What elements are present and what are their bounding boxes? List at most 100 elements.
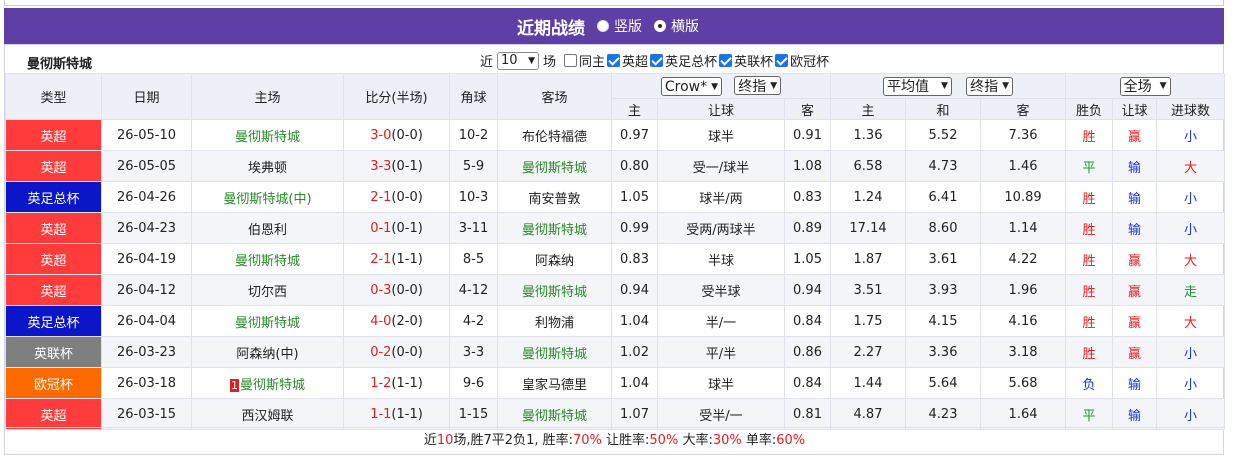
date-cell: 26-04-23 [101,212,192,244]
home-team-cell[interactable]: 阿森纳(中) [191,336,344,368]
team-name-link[interactable]: 南安普敦 [528,192,580,207]
eu-draw-cell: 5.64 [905,367,982,399]
radio-vertical-icon[interactable] [597,20,609,32]
team-name-link[interactable]: 利物浦 [535,316,574,331]
period-select[interactable]: 全场 ▼ [1119,76,1171,96]
away-team-cell[interactable]: 曼彻斯特城 [497,274,612,306]
league-cell[interactable]: 英足总杯 [5,305,102,337]
league-cell[interactable]: 英超 [5,274,102,306]
radio-horizontal-icon[interactable] [654,20,666,32]
table-row: 英超 26-04-12 切尔西 0-3(0-0) 4-12 曼彻斯特城 0.94 受半球 0.9… [5,274,1226,306]
summary-win-rate: 70% [572,433,602,448]
team-name-link[interactable]: 切尔西 [248,285,287,300]
chevron-down-icon: ▼ [1159,81,1167,91]
team-name-link[interactable]: 曼彻斯特城 [522,285,587,300]
summary-prefix: 近 [423,433,437,448]
team-name-link[interactable]: 曼彻斯特城(中) [223,192,311,207]
away-team-cell[interactable]: 曼彻斯特城 [497,398,612,430]
eu-draw-cell: 4.73 [905,150,982,182]
average-select[interactable]: 平均值 ▼ [883,76,952,96]
home-team-cell[interactable]: 曼彻斯特城 [191,243,344,275]
away-team-cell[interactable]: 曼彻斯特城 [497,150,612,182]
summary-odd-label: 单率: [741,433,777,448]
score-full-time: 3-0 [370,127,392,143]
home-team-cell[interactable]: 曼彻斯特城(中) [191,181,344,213]
chevron-down-icon: ▼ [711,81,719,92]
team-name-link[interactable]: 伯恩利 [248,223,287,238]
team-name-link[interactable]: 曼彻斯特城 [522,347,587,362]
radio-vertical[interactable]: 竖版 [597,16,642,36]
home-team-cell[interactable]: 曼彻斯特城 [191,305,344,337]
away-team-cell[interactable]: 南安普敦 [497,181,612,213]
home-team-cell[interactable]: 曼彻斯特城 [191,119,344,151]
team-name-link[interactable]: 曼彻斯特城 [522,223,587,238]
away-team-cell[interactable]: 皇家马德里 [497,367,612,399]
league-cell[interactable]: 欧冠杯 [5,367,102,399]
handicap-type-select[interactable]: 终指 ▼ [734,76,782,95]
handicap-cell: 球半 [657,367,785,399]
handicap-cell: 受半球 [657,274,785,306]
team-name-link[interactable]: 曼彻斯特城 [240,378,305,393]
result-cell: 胜 [1065,336,1114,368]
league-checkbox[interactable] [719,54,733,67]
away-team-cell[interactable]: 布伦特福德 [497,119,612,151]
away-team-cell[interactable]: 利物浦 [497,305,612,337]
team-name-link[interactable]: 西汉姆联 [241,409,293,424]
table-row: 英超 26-05-05 埃弗顿 3-3(0-1) 5-9 曼彻斯特城 0.80 受一/球半 1.… [5,150,1226,182]
eu-away-cell: 1.14 [980,212,1067,244]
league-cell[interactable]: 英超 [5,212,102,244]
average-select-value: 平均值 [887,79,930,95]
avg-handicap-type-select[interactable]: 终指 ▼ [966,76,1014,96]
team-name-link[interactable]: 曼彻斯特城 [235,254,300,269]
company-select[interactable]: Crow* ▼ [660,77,723,96]
team-name-link[interactable]: 埃弗顿 [248,161,287,176]
eu-draw-cell: 8.60 [905,212,982,244]
league-cell[interactable]: 英超 [5,150,102,182]
league-cell[interactable]: 英足总杯 [5,181,102,213]
odds-home-cell: 1.05 [611,181,658,213]
odds-home-cell: 0.99 [611,212,658,244]
home-team-cell[interactable]: 切尔西 [191,274,344,306]
team-name-link[interactable]: 曼彻斯特城 [522,161,587,176]
team-name-link[interactable]: 曼彻斯特城 [235,130,300,145]
same-home-checkbox[interactable] [564,54,578,67]
score-cell: 1-1(1-1) [343,398,450,430]
match-count-select[interactable]: 10 ▼ [497,51,540,70]
home-team-cell[interactable]: 1 曼彻斯特城 [191,367,344,399]
away-team-cell[interactable]: 阿森纳 [497,243,612,275]
team-name-link[interactable]: 布伦特福德 [522,130,587,145]
same-home-label: 同主 [579,55,606,70]
score-cell: 0-1(0-1) [343,212,450,244]
league-cell[interactable]: 英超 [5,398,102,430]
result-cell: 胜 [1065,181,1114,213]
away-team-cell[interactable]: 曼彻斯特城 [497,336,612,368]
corners-cell: 3-11 [449,212,498,244]
home-team-cell[interactable]: 埃弗顿 [191,150,344,182]
home-team-cell[interactable]: 西汉姆联 [191,398,344,430]
team-name-link[interactable]: 曼彻斯特城 [522,409,587,424]
handicap-result-cell: 赢 [1112,119,1158,151]
team-name-link[interactable]: 阿森纳(中) [236,347,298,362]
league-cell[interactable]: 英超 [5,119,102,151]
handicap-cell: 受两/两球半 [657,212,785,244]
league-cell[interactable]: 英超 [5,243,102,275]
eu-away-cell: 5.68 [980,367,1067,399]
section-title: 近期战绩 [517,18,585,39]
league-checkbox[interactable] [607,54,621,67]
league-checkbox[interactable] [650,54,664,67]
eu-home-cell: 6.58 [830,150,907,182]
team-name-link[interactable]: 皇家马德里 [522,378,587,393]
league-checkbox[interactable] [775,54,789,67]
team-name-link[interactable]: 曼彻斯特城 [235,316,300,331]
score-cell: 2-1(0-0) [343,181,450,213]
away-team-cell[interactable]: 曼彻斯特城 [497,212,612,244]
team-name-link[interactable]: 阿森纳 [535,254,574,269]
eu-home-cell: 1.36 [830,119,907,151]
home-team-cell[interactable]: 伯恩利 [191,212,344,244]
league-cell[interactable]: 英联杯 [5,336,102,368]
league-checkbox-label: 英足总杯 [665,55,718,70]
date-cell: 26-05-05 [101,150,192,182]
radio-horizontal[interactable]: 横版 [654,16,699,36]
eu-draw-cell: 6.41 [905,181,982,213]
corners-cell: 3-3 [449,336,498,368]
